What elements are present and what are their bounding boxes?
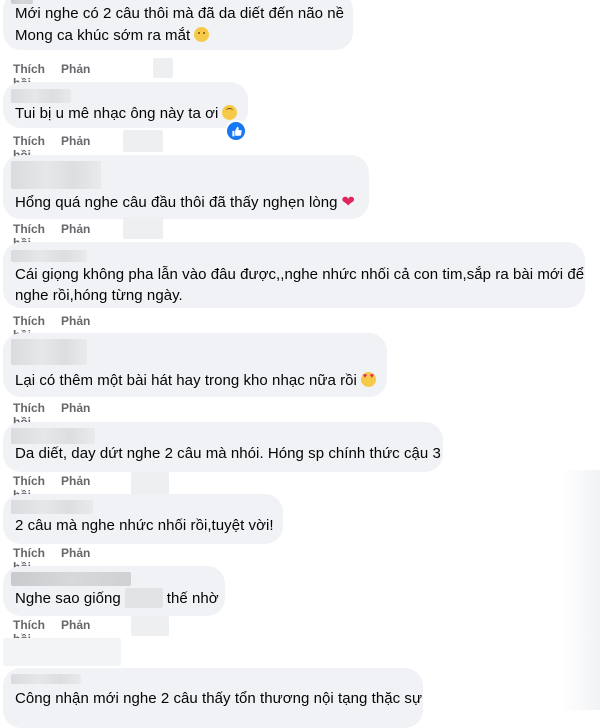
red-heart-icon: ❤ xyxy=(341,194,355,211)
author-name-blurred[interactable] xyxy=(11,428,95,444)
author-name-blurred[interactable] xyxy=(11,250,87,262)
like-button[interactable]: Thích xyxy=(13,474,45,488)
like-button[interactable]: Thích xyxy=(13,62,45,76)
upside-down-face-icon xyxy=(222,105,238,120)
like-reaction-icon[interactable] xyxy=(225,120,247,142)
blurred-area xyxy=(123,130,163,152)
author-name-blurred[interactable] xyxy=(11,674,81,684)
smiling-face-with-hearts-icon xyxy=(360,372,376,387)
comment-text-line: Tui bị u mê nhạc ông này ta ơi xyxy=(15,104,238,124)
comment-text-line: Mong ca khúc sớm ra mắt xyxy=(15,26,210,46)
author-name-blurred[interactable] xyxy=(11,89,71,103)
author-name-blurred[interactable] xyxy=(11,500,93,514)
comment-text-line: Hổng quá nghe câu đầu thôi đã thấy nghẹn… xyxy=(15,194,355,211)
comment-text-line: Cái giọng không pha lẫn vào đâu được,,ng… xyxy=(15,266,585,283)
comment-text-line: 2 câu mà nghe nhức nhối rồi,tuyệt vời! xyxy=(15,517,274,534)
smiling-face-icon xyxy=(194,27,210,42)
like-button[interactable]: Thích xyxy=(13,134,45,148)
author-name-blurred[interactable] xyxy=(11,161,101,189)
comment-bubble: 2 câu mà nghe nhức nhối rồi,tuyệt vời! xyxy=(3,494,283,544)
comment-text-line: Mới nghe có 2 câu thôi mà đã da diết đến… xyxy=(15,5,345,22)
comment-text-line: Công nhận mới nghe 2 câu thấy tổn thương… xyxy=(15,690,423,707)
blurred-area xyxy=(153,58,173,78)
comment-text-line: Da diết, day dứt nghe 2 câu mà nhói. Hón… xyxy=(15,445,441,462)
comment-bubble: Tui bị u mê nhạc ông này ta ơi xyxy=(3,82,248,128)
comment-bubble: Nghe sao giống thế nhờ xyxy=(3,566,225,616)
comment-bubble: Da diết, day dứt nghe 2 câu mà nhói. Hón… xyxy=(3,422,443,472)
blurred-edge xyxy=(560,470,600,710)
like-button[interactable]: Thích xyxy=(13,401,45,415)
comment-bubble: Công nhận mới nghe 2 câu thấy tổn thương… xyxy=(3,668,423,728)
comment-bubble: Lại có thêm một bài hát hay trong kho nh… xyxy=(3,333,387,397)
like-button[interactable]: Thích xyxy=(13,314,45,328)
author-name-blurred[interactable] xyxy=(11,572,131,586)
blurred-area xyxy=(131,616,169,636)
like-button[interactable]: Thích xyxy=(13,546,45,560)
comment-text-line: Nghe sao giống thế nhờ xyxy=(15,588,219,608)
comment-text-line: nghe rồi,hóng từng ngày. xyxy=(15,287,183,304)
like-button[interactable]: Thích xyxy=(13,618,45,632)
blurred-area xyxy=(123,217,163,239)
like-button[interactable]: Thích xyxy=(13,222,45,236)
comment-bubble: Mới nghe có 2 câu thôi mà đã da diết đến… xyxy=(3,0,353,50)
comment-bubble: Cái giọng không pha lẫn vào đâu được,,ng… xyxy=(3,242,585,308)
comment-text-line: Lại có thêm một bài hát hay trong kho nh… xyxy=(15,371,376,391)
comment-bubble: Hổng quá nghe câu đầu thôi đã thấy nghẹn… xyxy=(3,155,369,219)
avatar-blurred xyxy=(3,638,121,666)
blurred-name xyxy=(124,588,163,608)
author-name-blurred[interactable] xyxy=(11,339,87,365)
blurred-area xyxy=(131,472,169,496)
